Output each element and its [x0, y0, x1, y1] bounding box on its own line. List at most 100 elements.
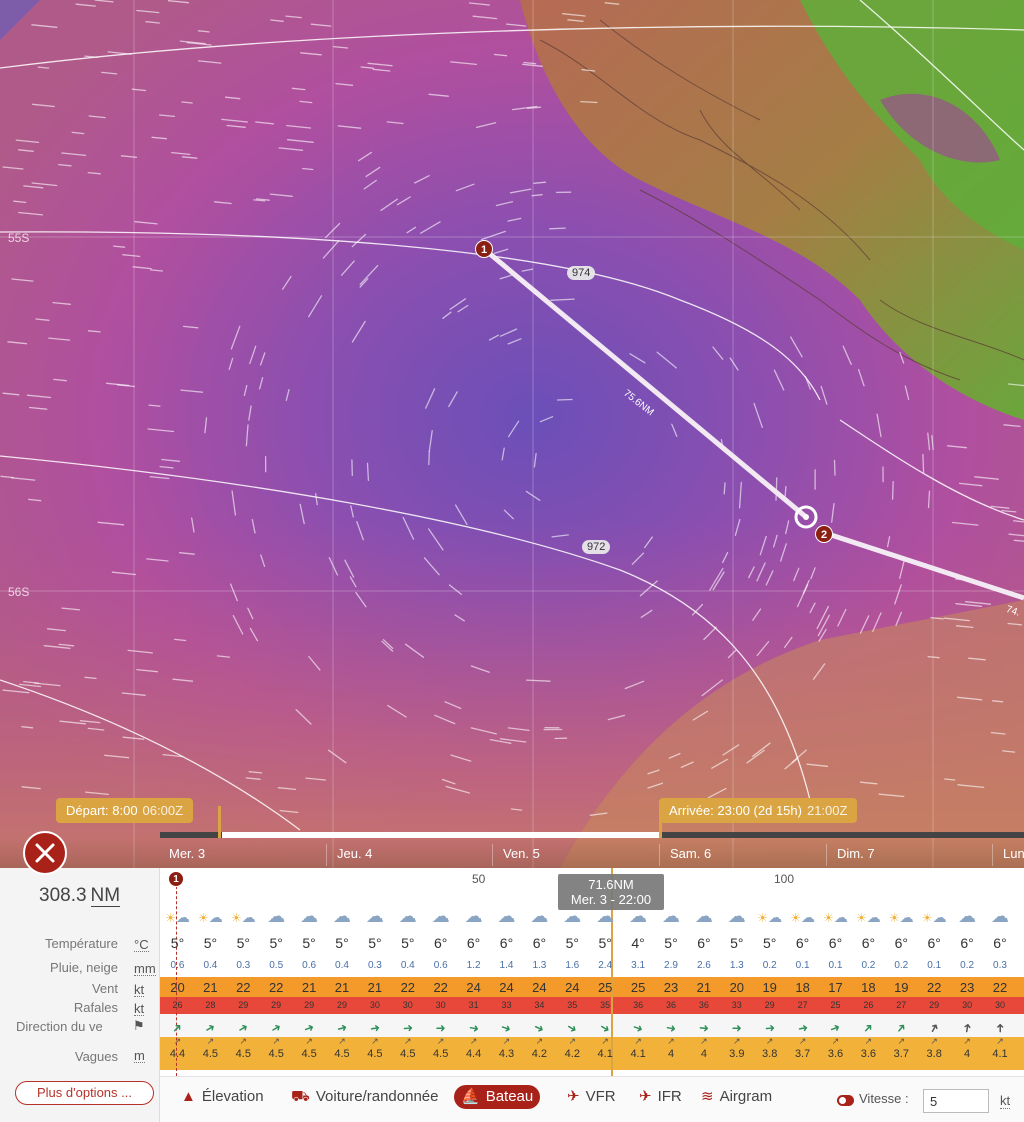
- wind-value: 18: [795, 980, 810, 995]
- temperature-value: 5°: [730, 935, 744, 951]
- arrival-handle[interactable]: [659, 806, 662, 838]
- gust-value: 33: [731, 1000, 742, 1010]
- day-label[interactable]: Dim. 7: [837, 846, 875, 861]
- wind-value: 24: [499, 980, 514, 995]
- gust-value: 36: [633, 1000, 644, 1010]
- speed-unit[interactable]: kt: [1000, 1093, 1011, 1109]
- start-waypoint-marker[interactable]: 1: [168, 871, 184, 887]
- map-canvas[interactable]: [0, 0, 1024, 868]
- arrival-time-tag[interactable]: Arrivée: 23:00 (2d 15h) 21:00Z: [659, 798, 858, 823]
- wave-direction-icon: ↗: [206, 1036, 215, 1046]
- mode-helicopter[interactable]: ✈ VFR: [560, 1085, 623, 1109]
- mode-airgram[interactable]: ≋ Airgram: [694, 1085, 779, 1109]
- waypoint-marker-2[interactable]: 2: [815, 525, 833, 543]
- temperature-value: 6°: [795, 935, 810, 951]
- rain-value: 0.4: [400, 960, 415, 971]
- wind-streak: [580, 100, 598, 104]
- wind-value: 22: [992, 980, 1008, 995]
- gust-value: 26: [863, 1000, 874, 1010]
- day-label[interactable]: Sam. 6: [670, 846, 711, 861]
- temperature-value: 6°: [861, 935, 876, 951]
- mode-plane[interactable]: ✈ IFR: [632, 1085, 689, 1109]
- rain-value: 1.6: [565, 960, 580, 971]
- rain-value: 0.6: [302, 960, 317, 971]
- waypoint-marker-1[interactable]: 1: [475, 240, 493, 258]
- day-label[interactable]: Ven. 5: [503, 846, 540, 861]
- rain-unit[interactable]: mm: [134, 962, 156, 976]
- day-label[interactable]: Jeu. 4: [337, 846, 372, 861]
- departure-time-tag[interactable]: Départ: 8:00 06:00Z: [56, 798, 194, 823]
- total-distance-value: 308.3: [39, 885, 87, 906]
- mode-mountain[interactable]: ▲ Élevation: [174, 1085, 271, 1109]
- sun-snow-icon: ☀☁: [856, 909, 881, 925]
- wind-streak: [922, 453, 925, 474]
- wind-streak: [428, 450, 430, 466]
- departure-handle[interactable]: [218, 806, 221, 838]
- temperature-value: 4°: [631, 935, 645, 951]
- speed-input[interactable]: [923, 1089, 989, 1113]
- temperature-value: 5°: [664, 935, 678, 951]
- close-button[interactable]: [23, 831, 67, 875]
- day-strip[interactable]: Mer. 3 Jeu. 4 Ven. 5 Sam. 6 Dim. 7 Lun: [0, 838, 1024, 868]
- rain-value: 2.4: [598, 960, 613, 971]
- snow-cloud-icon: ☁: [694, 906, 713, 926]
- wind-direction-arrow-icon: ➜: [630, 1019, 646, 1037]
- mode-car[interactable]: ⛟ Voiture/randonnée: [284, 1085, 445, 1109]
- day-label[interactable]: Mer. 3: [169, 846, 205, 861]
- wave-direction-icon: ↗: [864, 1036, 873, 1046]
- mode-boat[interactable]: ⛵ Bateau: [454, 1085, 541, 1109]
- rain-value: 2.9: [664, 960, 678, 971]
- gust-value: 25: [830, 1000, 841, 1010]
- wind-direction-arrow-icon: ➜: [335, 1019, 349, 1037]
- wave-direction-icon: ↗: [930, 1036, 938, 1046]
- mode-label: Voiture/randonnée: [315, 1088, 439, 1105]
- wind-unit[interactable]: kt: [134, 983, 145, 997]
- wind-direction-arrow-icon: ➜: [597, 1019, 614, 1037]
- more-options-button[interactable]: Plus d'options ...: [15, 1081, 154, 1105]
- temperature-value: 6°: [532, 935, 547, 951]
- wind-value: 22: [400, 980, 416, 995]
- gust-value: 26: [172, 1000, 183, 1010]
- wave-value: 4: [667, 1048, 675, 1060]
- wave-value: 4.5: [334, 1048, 350, 1060]
- total-distance-unit[interactable]: NM: [90, 885, 121, 907]
- sun-snow-icon: ☀☁: [198, 909, 223, 925]
- wind-direction-arrow-icon: ➜: [402, 1020, 414, 1036]
- rain-value: 0.2: [960, 960, 975, 971]
- helicopter-icon: ✈: [567, 1088, 580, 1105]
- gusts-unit[interactable]: kt: [134, 1002, 145, 1016]
- wind-value: 21: [203, 980, 218, 995]
- wind-direction-arrow-icon: ➜: [235, 1019, 252, 1037]
- wave-direction-icon: ↗: [535, 1036, 544, 1046]
- rain-value: 0.1: [828, 960, 843, 971]
- wind-value: 20: [170, 980, 185, 995]
- wind-value: 22: [268, 980, 284, 995]
- speed-toggle[interactable]: [837, 1095, 854, 1106]
- wave-value: 4.5: [301, 1048, 317, 1060]
- day-label[interactable]: Lun: [1003, 846, 1024, 861]
- gust-value: 34: [534, 1000, 545, 1010]
- wave-direction-icon: ↗: [272, 1036, 280, 1046]
- wave-value: 4: [700, 1048, 707, 1060]
- wave-direction-icon: ↗: [765, 1036, 774, 1046]
- rain-value: 2.6: [696, 960, 711, 971]
- wind-value: 22: [433, 980, 448, 995]
- route-forecast-panel: 308.3 NM Température °C Pluie, neige mm V…: [0, 868, 1024, 1122]
- wind-direction-arrow-icon: ➜: [435, 1021, 446, 1035]
- wave-value: 4.1: [992, 1048, 1008, 1060]
- weather-map[interactable]: 55S 56S 974 972 75.6NM 74. 1 2 Départ: 8…: [0, 0, 1024, 868]
- wave-value: 4.1: [597, 1048, 613, 1060]
- wind-direction-arrow-icon: ➜: [202, 1019, 219, 1037]
- gust-value: 30: [369, 1000, 380, 1010]
- snow-cloud-icon: ☁: [497, 906, 516, 926]
- wave-value: 4.5: [235, 1048, 251, 1060]
- temperature-unit[interactable]: °C: [134, 938, 149, 952]
- wave-value: 4.3: [498, 1048, 515, 1060]
- wind-direction-arrow-icon: ➜: [168, 1019, 187, 1037]
- arrival-utc: 21:00Z: [806, 803, 848, 818]
- wind-value: 25: [597, 980, 613, 995]
- waves-unit[interactable]: m: [134, 1049, 145, 1063]
- row-labels: 308.3 NM Température °C Pluie, neige mm V…: [0, 868, 160, 1122]
- wave-direction-icon: ↗: [831, 1036, 840, 1046]
- latitude-label: 56S: [8, 585, 30, 599]
